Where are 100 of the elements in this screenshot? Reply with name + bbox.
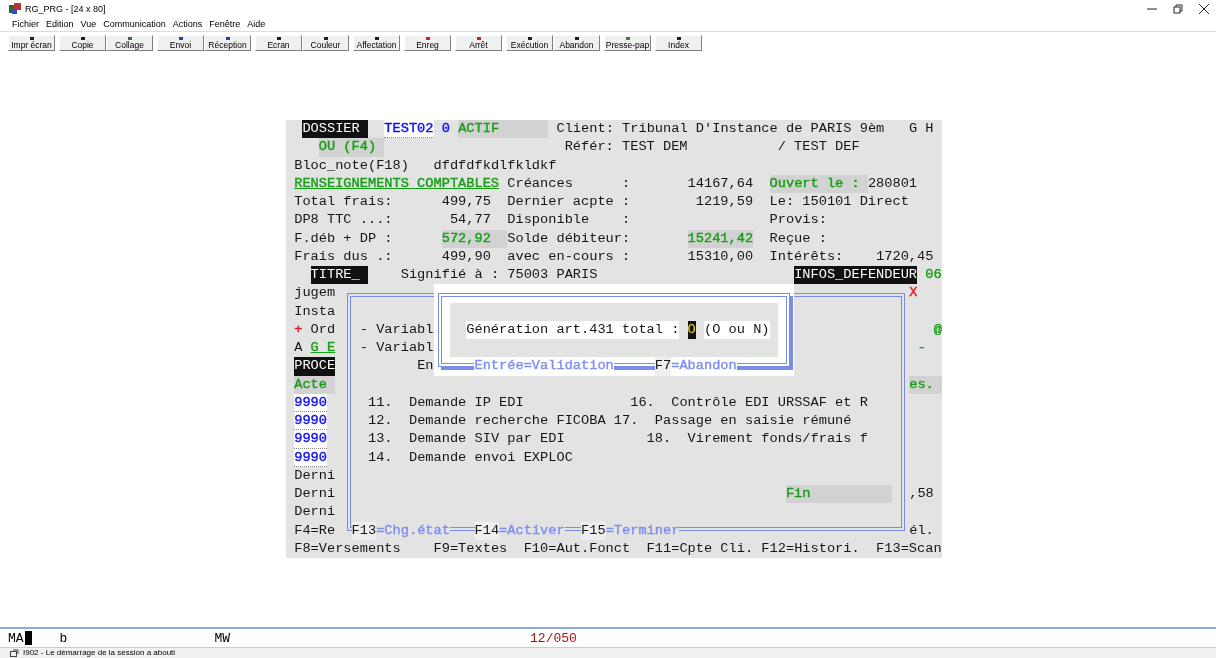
screen-text: G E: [310, 339, 336, 357]
screen-text: Disponible: [507, 211, 590, 230]
toolbar-button[interactable]: Index: [655, 35, 702, 51]
screen-text: Insta: [294, 302, 336, 321]
toolbar-button[interactable]: Exécution: [506, 35, 553, 51]
screen-field: 15241,42: [687, 229, 754, 248]
screen-text: él.: [909, 521, 934, 540]
screen-text: :: [622, 211, 631, 230]
screen-text: Client: Tribunal D'Instance de PARIS 9èm: [556, 120, 885, 138]
screen-text: jugem: [294, 284, 336, 303]
screen-text: Dernier acpte :: [507, 193, 631, 211]
menu-item[interactable]: Aide: [247, 19, 266, 29]
menu-item[interactable]: Fichier: [12, 19, 39, 29]
screen-text: Intérêts:: [769, 247, 844, 266]
screen-text: F9=Textes: [433, 539, 508, 558]
screen-text: F11=Cpte Cli.: [646, 539, 754, 558]
screen-text: -: [917, 339, 926, 357]
screen-text: Provis:: [769, 211, 827, 230]
screen-text: @: [933, 320, 943, 339]
screen-field: es.: [909, 375, 942, 394]
toolbar-button[interactable]: Enreg: [404, 35, 451, 51]
screen-text: 0: [441, 120, 450, 138]
input-field[interactable]: 9990: [294, 412, 327, 431]
screen-text: Total frais:: [294, 193, 393, 211]
status-mode: MA: [8, 630, 24, 646]
screen-text: Signifié à :: [400, 266, 500, 284]
toolbar-button[interactable]: Copie: [59, 35, 106, 51]
status-message: I902 - Le démarrage de la session a abouti: [23, 648, 176, 658]
screen-text: F.déb + DP :: [294, 229, 393, 248]
toolbar-button[interactable]: Collage: [106, 35, 153, 51]
toolbar-button[interactable]: Couleur: [302, 35, 349, 51]
screen-text: Solde débiteur:: [507, 229, 631, 248]
menu-item[interactable]: Edition: [46, 19, 74, 29]
function-key-label: F15: [581, 521, 606, 540]
screen-text: Référ: TEST DEM: [564, 138, 688, 157]
screen-text: 54,77: [449, 211, 491, 230]
screen-text: X: [909, 284, 918, 303]
toolbar-button[interactable]: Envoi: [157, 35, 204, 51]
status-text: b: [59, 630, 68, 646]
toolbar-button[interactable]: Ecran: [255, 35, 302, 51]
cursor-block: [24, 631, 32, 645]
function-key-label: F13: [351, 521, 377, 540]
screen-text: 280801: [867, 174, 918, 193]
screen-text: DP8 TTC ...:: [294, 211, 393, 230]
app-icon: [9, 2, 21, 15]
section-label: DOSSIER: [302, 120, 368, 139]
screen-text: 1720,45: [876, 247, 934, 266]
screen-text: G H: [908, 120, 934, 138]
screen-text: RENSEIGNEMENTS COMPTABLES: [294, 174, 500, 193]
screen-field: ACTIF: [458, 120, 549, 139]
screen-text: Derni: [294, 466, 336, 485]
toolbar-button[interactable]: Affectation: [353, 35, 400, 51]
screen-text: / TEST DEF: [777, 138, 860, 157]
screen-text: 499,90: [441, 247, 491, 266]
screen-text: Frais dus .:: [294, 247, 393, 266]
screen-field: Fin: [785, 485, 893, 504]
screen-text: Derni: [294, 485, 336, 503]
screen-text: =Chg.état: [376, 521, 450, 540]
screen-text: 1219,59: [695, 193, 754, 211]
menu-item[interactable]: Actions: [172, 19, 203, 29]
section-label: PROCE: [294, 357, 336, 376]
window-title: RG_PRG - [24 x 80]: [25, 3, 106, 14]
session-icon: [10, 649, 19, 657]
status-text: MW: [214, 630, 231, 646]
screen-field: 572,92: [441, 229, 508, 248]
screen-text: ,58: [909, 485, 934, 503]
screen-text: 15310,00: [687, 247, 754, 266]
screen-text: F10=Aut.Fonct: [523, 539, 631, 558]
screen-field: Ouvert le :: [769, 174, 868, 193]
screen-text: A: [294, 339, 303, 357]
menu-item[interactable]: Communication: [103, 19, 166, 29]
screen-text: 06: [925, 266, 942, 284]
toolbar-button[interactable]: Arrêt: [455, 35, 502, 51]
screen-text: :: [622, 174, 631, 193]
screen-text: avec en-cours :: [507, 247, 631, 266]
screen-text: F12=Histori.: [761, 539, 860, 558]
toolbar-button[interactable]: Impr écran: [8, 35, 55, 51]
toolbar-button[interactable]: Presse-pap: [604, 35, 651, 51]
restore-icon[interactable]: [1172, 2, 1184, 15]
screen-field: OU (F4): [318, 138, 385, 157]
screen-text: 14167,64: [687, 174, 754, 193]
screen-text: Bloc_note(F18): [294, 156, 409, 175]
menu-item[interactable]: Fenêtre: [209, 19, 241, 29]
input-field[interactable]: 9990: [294, 430, 327, 449]
input-field[interactable]: TEST02: [384, 120, 434, 139]
function-key-label: F14: [474, 521, 500, 540]
screen-text: 75003 PARIS: [507, 266, 598, 284]
section-label: TITRE_: [310, 266, 368, 285]
toolbar-button[interactable]: Abandon: [553, 35, 600, 51]
cursor-field[interactable]: O: [687, 320, 696, 339]
screen-text: Reçue :: [769, 229, 827, 248]
screen-text: Derni: [294, 503, 336, 522]
screen-text: Créances: [507, 174, 573, 193]
menu-item[interactable]: Vue: [80, 19, 97, 29]
toolbar-button[interactable]: Réception: [204, 35, 251, 51]
screen-text: +: [294, 320, 303, 339]
function-key-label: F7: [654, 357, 672, 376]
cursor-position: 12/050: [530, 630, 577, 646]
close-icon[interactable]: [1198, 2, 1210, 15]
screen-text: dfdfdfkdlfkldkf: [433, 156, 557, 175]
